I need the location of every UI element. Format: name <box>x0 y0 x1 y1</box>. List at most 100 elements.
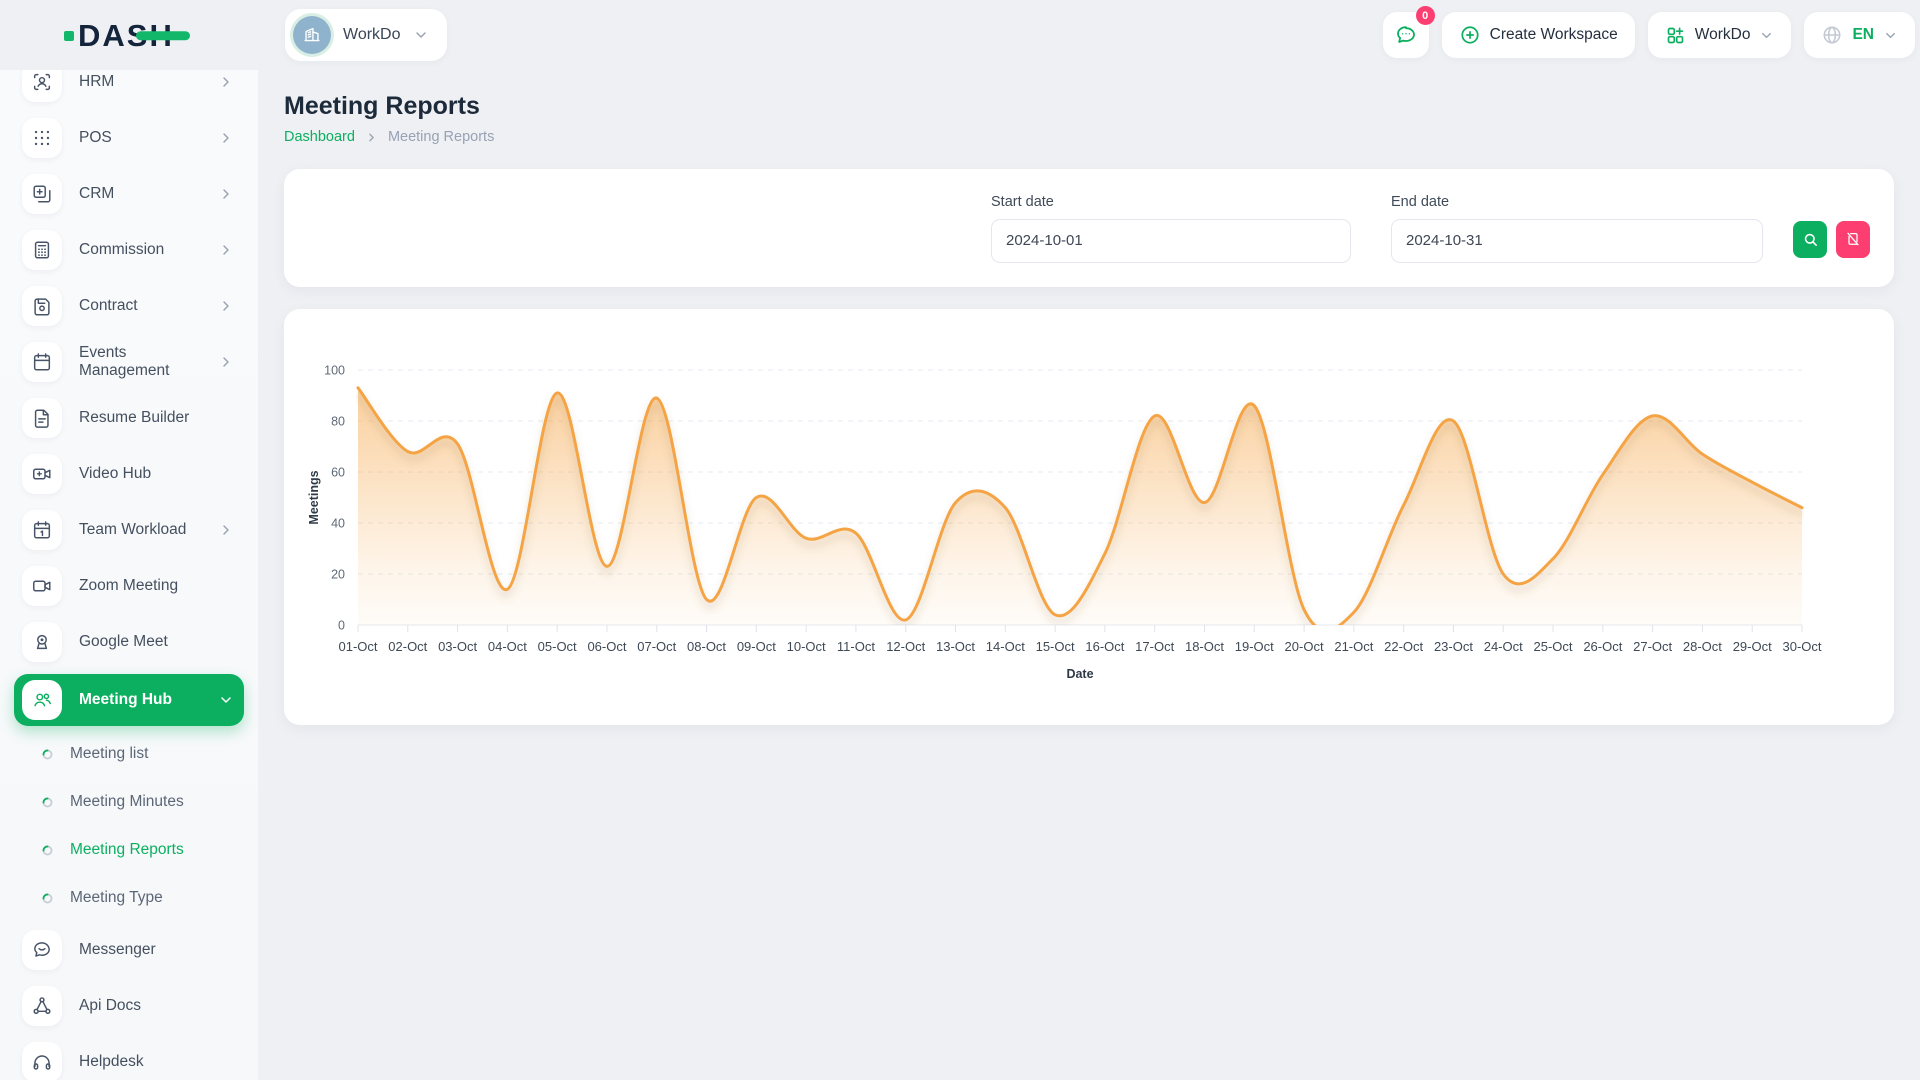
sidebar-item-messenger[interactable]: Messenger <box>14 926 244 974</box>
messages-count-badge: 0 <box>1416 6 1435 25</box>
sidebar-subitem-label: Meeting Reports <box>70 841 184 859</box>
page-title: Meeting Reports <box>284 92 1894 121</box>
helpdesk-icon <box>22 1042 62 1080</box>
meetings-area-chart: 02040608010001-Oct02-Oct03-Oct04-Oct05-O… <box>284 309 1891 725</box>
reset-filter-button[interactable] <box>1836 221 1870 258</box>
sidebar-item-label: Api Docs <box>79 997 234 1015</box>
grid-plus-icon <box>1665 25 1686 46</box>
globe-icon <box>1821 24 1843 46</box>
sidebar-subitem-meeting-reports[interactable]: Meeting Reports <box>14 830 244 870</box>
meetings-chart-card: 02040608010001-Oct02-Oct03-Oct04-Oct05-O… <box>284 309 1894 725</box>
svg-text:18-Oct: 18-Oct <box>1185 639 1224 654</box>
sidebar-subitem-meeting-list[interactable]: Meeting list <box>14 734 244 774</box>
pos-icon <box>22 118 62 158</box>
progress-ring-icon <box>40 795 55 810</box>
sidebar-item-label: Commission <box>79 241 218 259</box>
chat-icon <box>1394 23 1418 47</box>
progress-ring-icon <box>40 891 55 906</box>
svg-text:25-Oct: 25-Oct <box>1534 639 1573 654</box>
progress-ring-icon <box>40 747 55 762</box>
sidebar-subitem-meeting-type[interactable]: Meeting Type <box>14 878 244 918</box>
sidebar-subitem-label: Meeting list <box>70 745 148 763</box>
svg-text:0: 0 <box>338 619 345 633</box>
end-date-label: End date <box>1391 194 1763 210</box>
video-hub-icon <box>22 454 62 494</box>
sidebar-item-team-workload[interactable]: Team Workload <box>14 506 244 554</box>
svg-text:16-Oct: 16-Oct <box>1085 639 1124 654</box>
svg-text:20: 20 <box>331 568 345 582</box>
svg-text:03-Oct: 03-Oct <box>438 639 477 654</box>
sidebar-item-label: Team Workload <box>79 521 218 539</box>
svg-text:04-Oct: 04-Oct <box>488 639 527 654</box>
chevron-right-icon <box>218 242 234 258</box>
svg-text:26-Oct: 26-Oct <box>1583 639 1622 654</box>
create-workspace-label: Create Workspace <box>1490 26 1618 44</box>
breadcrumb: Dashboard Meeting Reports <box>284 129 1894 145</box>
chevron-right-icon <box>218 74 234 90</box>
sidebar-item-contract[interactable]: Contract <box>14 282 244 330</box>
workspace-menu-button[interactable]: WorkDo <box>1648 12 1792 58</box>
main-content: Meeting Reports Dashboard Meeting Report… <box>258 70 1920 725</box>
sidebar-item-meeting-hub[interactable]: Meeting Hub <box>14 674 244 726</box>
sidebar-item-pos[interactable]: POS <box>14 114 244 162</box>
sidebar-item-label: HRM <box>79 73 218 91</box>
sidebar-item-zoom-meeting[interactable]: Zoom Meeting <box>14 562 244 610</box>
team-workload-icon <box>22 510 62 550</box>
messages-button[interactable]: 0 <box>1383 12 1429 58</box>
chevron-right-icon <box>365 131 378 144</box>
sidebar: HRM POS CRM Commission Contract Events Manage… <box>0 70 258 1080</box>
chevron-right-icon <box>218 522 234 538</box>
svg-text:40: 40 <box>331 517 345 531</box>
workspace-switcher[interactable]: WorkDo <box>285 9 447 61</box>
svg-text:17-Oct: 17-Oct <box>1135 639 1174 654</box>
google-meet-icon <box>22 622 62 662</box>
resume-icon <box>22 398 62 438</box>
svg-text:24-Oct: 24-Oct <box>1484 639 1523 654</box>
svg-text:01-Oct: 01-Oct <box>338 639 377 654</box>
sidebar-item-google-meet[interactable]: Google Meet <box>14 618 244 666</box>
events-icon <box>22 342 62 382</box>
svg-text:Date: Date <box>1066 667 1093 681</box>
sidebar-item-hrm[interactable]: HRM <box>14 70 244 106</box>
sidebar-item-api-docs[interactable]: Api Docs <box>14 982 244 1030</box>
workspace-menu-label: WorkDo <box>1695 26 1751 44</box>
svg-text:19-Oct: 19-Oct <box>1235 639 1274 654</box>
sidebar-item-crm[interactable]: CRM <box>14 170 244 218</box>
workspace-name: WorkDo <box>343 26 401 44</box>
chevron-down-icon <box>413 27 429 43</box>
sidebar-item-video-hub[interactable]: Video Hub <box>14 450 244 498</box>
svg-text:30-Oct: 30-Oct <box>1782 639 1821 654</box>
plus-circle-icon <box>1459 24 1481 46</box>
top-header: DASH WorkDo 0 Create Workspace <box>0 0 1920 70</box>
sidebar-subitem-meeting-minutes[interactable]: Meeting Minutes <box>14 782 244 822</box>
svg-text:10-Oct: 10-Oct <box>787 639 826 654</box>
svg-text:100: 100 <box>324 364 345 378</box>
svg-text:Meetings: Meetings <box>307 470 321 524</box>
svg-text:29-Oct: 29-Oct <box>1733 639 1772 654</box>
logo-dash-icon <box>136 31 190 40</box>
sidebar-item-label: Events Management <box>79 344 218 380</box>
sidebar-item-helpdesk[interactable]: Helpdesk <box>14 1038 244 1080</box>
sidebar-item-events-management[interactable]: Events Management <box>14 338 244 386</box>
sidebar-item-resume-builder[interactable]: Resume Builder <box>14 394 244 442</box>
api-docs-icon <box>22 986 62 1026</box>
start-date-group: Start date <box>991 194 1351 263</box>
svg-text:12-Oct: 12-Oct <box>886 639 925 654</box>
breadcrumb-dashboard-link[interactable]: Dashboard <box>284 129 355 145</box>
svg-text:28-Oct: 28-Oct <box>1683 639 1722 654</box>
sidebar-item-label: Zoom Meeting <box>79 577 234 595</box>
crm-icon <box>22 174 62 214</box>
end-date-group: End date <box>1391 194 1763 263</box>
svg-text:07-Oct: 07-Oct <box>637 639 676 654</box>
svg-text:80: 80 <box>331 415 345 429</box>
sidebar-item-label: Google Meet <box>79 633 234 651</box>
sidebar-item-commission[interactable]: Commission <box>14 226 244 274</box>
create-workspace-button[interactable]: Create Workspace <box>1442 12 1635 58</box>
svg-text:14-Oct: 14-Oct <box>986 639 1025 654</box>
sidebar-item-label: POS <box>79 129 218 147</box>
apply-filter-button[interactable] <box>1793 221 1827 258</box>
end-date-input[interactable] <box>1391 219 1763 263</box>
language-selector[interactable]: EN <box>1804 12 1915 58</box>
chevron-down-icon <box>1883 28 1898 43</box>
start-date-input[interactable] <box>991 219 1351 263</box>
